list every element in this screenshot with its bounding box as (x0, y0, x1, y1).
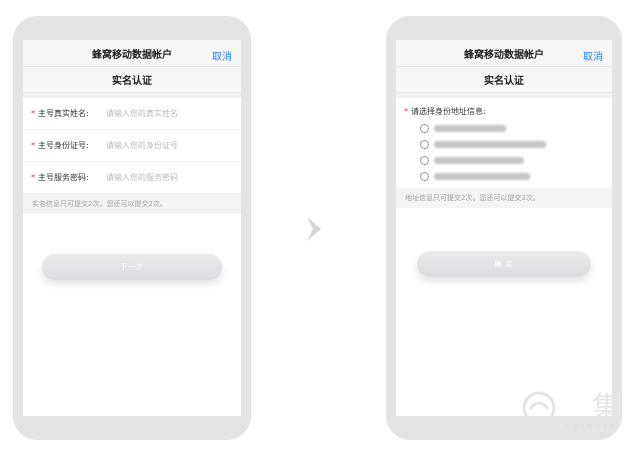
radio-button[interactable] (420, 171, 429, 181)
id-number-input[interactable]: 请输入您的身份证号 (106, 140, 178, 151)
service-password-input[interactable]: 请输入您的服务密码 (106, 172, 178, 183)
radio-button[interactable] (420, 123, 429, 133)
service-password-field[interactable]: * 主号服务密码: 请输入您的服务密码 (23, 162, 241, 194)
chevron-right-icon (307, 217, 321, 241)
id-number-label: 主号身份证号: (38, 141, 89, 150)
required-mark: * (31, 141, 35, 150)
confirm-button[interactable]: 确 定 (417, 251, 591, 277)
watermark-text: 集 (591, 390, 620, 423)
next-button[interactable]: 下一步 (42, 254, 222, 280)
nav-title: 蜂窝移动数据帐户 (92, 49, 172, 61)
blurred-address (434, 124, 506, 132)
address-prompt-label: 请选择身份地址信息: (411, 106, 486, 116)
nav-bar: 蜂窝移动数据帐户 取消 (23, 40, 241, 67)
phone-frame-right: 蜂窝移动数据帐户 取消 实名认证 * 请选择身份地址信息: 地址信息只可提交2次… (386, 16, 622, 440)
cancel-button[interactable]: 取消 (583, 48, 603, 63)
watermark-logo: 集 jiguo.com (516, 385, 626, 440)
address-option[interactable] (396, 120, 612, 136)
page-subtitle: 实名认证 (23, 67, 241, 93)
screen-right: 蜂窝移动数据帐户 取消 实名认证 * 请选择身份地址信息: 地址信息只可提交2次… (396, 40, 612, 416)
submit-limit-notice: 实名信息只可提交2次。您还可以提交2次。 (23, 194, 241, 214)
service-password-label: 主号服务密码: (38, 173, 89, 182)
watermark-subtext: jiguo.com (565, 422, 618, 430)
blurred-address (434, 156, 524, 164)
cancel-button[interactable]: 取消 (212, 48, 232, 63)
name-label: 主号真实姓名: (38, 109, 89, 118)
name-field[interactable]: * 主号真实姓名: 请输入您的真实姓名 (23, 98, 241, 130)
required-mark: * (31, 173, 35, 182)
watermark-circle-icon (522, 391, 556, 425)
required-mark: * (404, 106, 408, 116)
section-gap (396, 93, 612, 98)
page-subtitle: 实名认证 (396, 67, 612, 93)
phone-frame-left: 蜂窝移动数据帐户 取消 实名认证 * 主号真实姓名: 请输入您的真实姓名 * 主… (13, 16, 251, 440)
id-number-field[interactable]: * 主号身份证号: 请输入您的身份证号 (23, 130, 241, 162)
radio-button[interactable] (420, 139, 429, 149)
address-prompt: * 请选择身份地址信息: (396, 102, 612, 120)
screen-left: 蜂窝移动数据帐户 取消 实名认证 * 主号真实姓名: 请输入您的真实姓名 * 主… (23, 40, 241, 416)
address-option[interactable] (396, 168, 612, 184)
address-option[interactable] (396, 152, 612, 168)
blurred-address (434, 140, 546, 148)
nav-bar: 蜂窝移动数据帐户 取消 (396, 40, 612, 67)
address-option[interactable] (396, 136, 612, 152)
submit-limit-notice: 地址信息只可提交2次。您还可以提交2次。 (396, 188, 612, 208)
blurred-address (434, 172, 530, 180)
required-mark: * (31, 109, 35, 118)
name-input[interactable]: 请输入您的真实姓名 (106, 108, 178, 119)
radio-button[interactable] (420, 155, 429, 165)
nav-title: 蜂窝移动数据帐户 (464, 49, 544, 61)
